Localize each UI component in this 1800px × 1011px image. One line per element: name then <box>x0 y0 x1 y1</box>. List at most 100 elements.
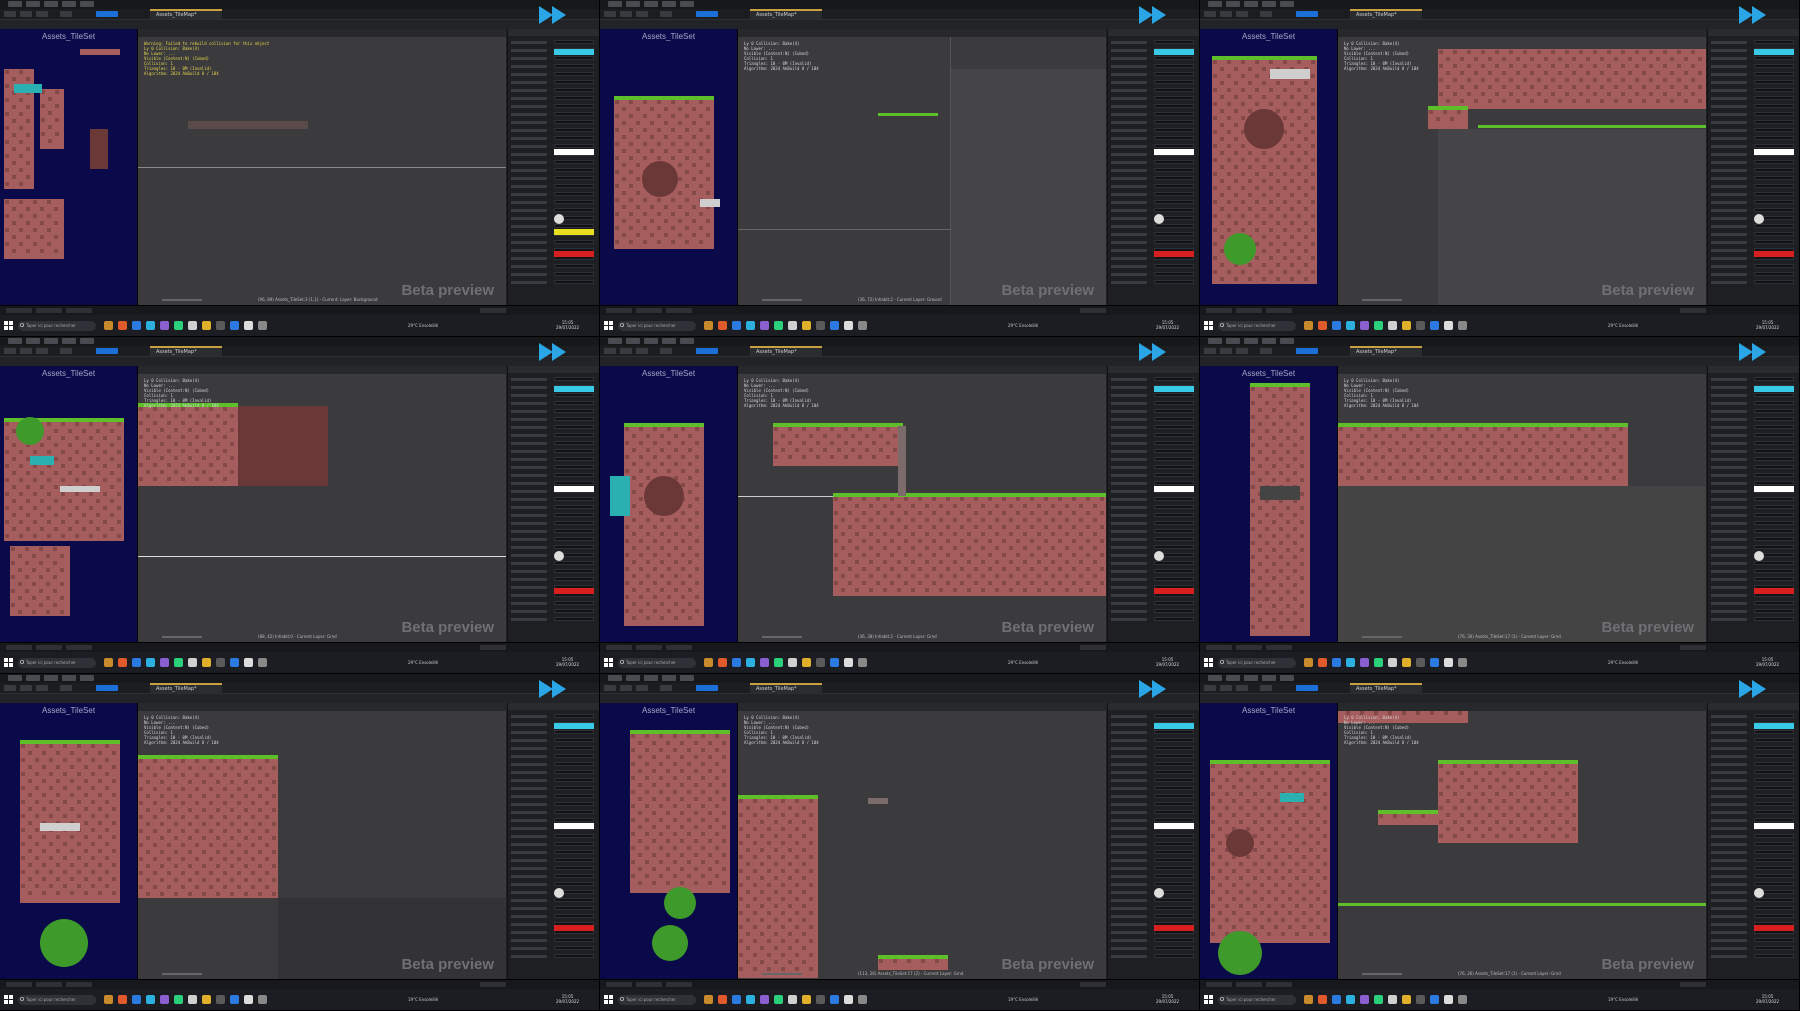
property-field[interactable] <box>1754 601 1794 605</box>
tab-tilemap[interactable]: Assets_TileMap* <box>150 346 222 356</box>
taskbar-app-icon[interactable] <box>802 321 811 330</box>
menu-item[interactable] <box>662 1 676 7</box>
windows-start-icon[interactable] <box>604 658 613 667</box>
collision-color-swatch[interactable] <box>1154 925 1194 931</box>
property-field[interactable] <box>1154 433 1194 437</box>
horizontal-scrollbar[interactable] <box>162 973 202 975</box>
layer-color-swatch[interactable] <box>1154 723 1194 729</box>
property-field[interactable] <box>1154 545 1194 549</box>
menu-item[interactable] <box>1208 1 1222 7</box>
property-field[interactable] <box>1154 88 1194 92</box>
taskbar-app-icon[interactable] <box>1388 658 1397 667</box>
property-field[interactable] <box>554 104 594 108</box>
property-field[interactable] <box>554 465 594 469</box>
property-field[interactable] <box>554 545 594 549</box>
property-field[interactable] <box>554 914 594 918</box>
save-button[interactable] <box>96 11 118 17</box>
taskbar-app-icon[interactable] <box>1304 321 1313 330</box>
menu-item[interactable] <box>1262 1 1276 7</box>
taskbar-app-icon[interactable] <box>230 658 239 667</box>
property-field[interactable] <box>1754 417 1794 421</box>
menu-item[interactable] <box>680 675 694 681</box>
property-field[interactable] <box>1754 144 1794 148</box>
property-field[interactable] <box>1154 529 1194 533</box>
property-field[interactable] <box>1754 88 1794 92</box>
toolbar-button[interactable] <box>620 11 632 17</box>
property-field[interactable] <box>1154 770 1194 774</box>
tile-color-swatch[interactable] <box>1154 486 1194 492</box>
property-field[interactable] <box>554 433 594 437</box>
collision-color-swatch[interactable] <box>1754 588 1794 594</box>
property-field[interactable] <box>1154 96 1194 100</box>
tileset-panel[interactable]: Assets_TileSet <box>1200 366 1338 642</box>
tile-color-swatch[interactable] <box>1154 823 1194 829</box>
source-control-button[interactable] <box>480 645 506 650</box>
taskbar-app-icon[interactable] <box>146 321 155 330</box>
toolbar-button[interactable] <box>60 685 72 691</box>
collision-color-swatch[interactable] <box>1754 925 1794 931</box>
property-field[interactable] <box>554 168 594 172</box>
content-drawer-button[interactable] <box>1206 308 1232 313</box>
toolbar-button[interactable] <box>1236 11 1248 17</box>
taskbar-app-icon[interactable] <box>258 995 267 1004</box>
property-field[interactable] <box>554 561 594 565</box>
toolbar-button[interactable] <box>1204 685 1216 691</box>
material-thumbnail[interactable] <box>1154 888 1164 898</box>
tileset-image[interactable] <box>600 29 737 305</box>
property-field[interactable] <box>1754 409 1794 413</box>
property-field[interactable] <box>554 714 594 718</box>
property-field[interactable] <box>1154 866 1194 870</box>
taskbar-app-icon[interactable] <box>1430 658 1439 667</box>
property-field[interactable] <box>1154 842 1194 846</box>
source-control-button[interactable] <box>1080 645 1106 650</box>
property-field[interactable] <box>554 617 594 621</box>
taskbar-clock[interactable]: 15:05 29/07/2022 <box>556 994 579 1004</box>
taskbar-app-icon[interactable] <box>774 658 783 667</box>
menu-item[interactable] <box>608 1 622 7</box>
menu-item[interactable] <box>1226 675 1240 681</box>
property-field[interactable] <box>1754 120 1794 124</box>
property-field[interactable] <box>1754 425 1794 429</box>
horizontal-scrollbar[interactable] <box>162 636 202 638</box>
taskbar-search-input[interactable]: Taper ici pour rechercher <box>618 995 696 1005</box>
layer-color-swatch[interactable] <box>1154 386 1194 392</box>
property-field[interactable] <box>1154 64 1194 68</box>
property-field[interactable] <box>554 425 594 429</box>
weather-widget[interactable]: 29°C Ensoleillé <box>1008 660 1038 665</box>
property-field[interactable] <box>554 513 594 517</box>
cmd-button[interactable] <box>666 982 692 987</box>
property-field[interactable] <box>1154 473 1194 477</box>
menu-item[interactable] <box>1244 675 1258 681</box>
property-field[interactable] <box>1754 160 1794 164</box>
menu-item[interactable] <box>80 675 94 681</box>
taskbar-app-icon[interactable] <box>1318 321 1327 330</box>
property-field[interactable] <box>554 746 594 750</box>
property-field[interactable] <box>1154 946 1194 950</box>
property-field[interactable] <box>1154 417 1194 421</box>
collision-color-swatch[interactable] <box>1154 588 1194 594</box>
property-field[interactable] <box>1754 433 1794 437</box>
tab-tilemap[interactable]: Assets_TileMap* <box>750 683 822 693</box>
toolbar-button[interactable] <box>660 11 672 17</box>
property-field[interactable] <box>554 40 594 44</box>
property-field[interactable] <box>1154 184 1194 188</box>
layer-color-swatch[interactable] <box>554 49 594 55</box>
property-field[interactable] <box>1754 192 1794 196</box>
taskbar-app-icon[interactable] <box>760 658 769 667</box>
toolbar-button[interactable] <box>660 685 672 691</box>
property-field[interactable] <box>554 770 594 774</box>
taskbar-app-icon[interactable] <box>174 658 183 667</box>
taskbar-app-icon[interactable] <box>1402 995 1411 1004</box>
toolbar-button[interactable] <box>604 11 616 17</box>
tab-tilemap[interactable]: Assets_TileMap* <box>1350 9 1422 19</box>
menu-item[interactable] <box>80 1 94 7</box>
property-field[interactable] <box>1754 545 1794 549</box>
menu-item[interactable] <box>644 338 658 344</box>
property-field[interactable] <box>554 794 594 798</box>
taskbar-app-icon[interactable] <box>1332 995 1341 1004</box>
menu-item[interactable] <box>662 675 676 681</box>
menu-item[interactable] <box>62 1 76 7</box>
taskbar-app-icon[interactable] <box>146 995 155 1004</box>
cmd-button[interactable] <box>1266 645 1292 650</box>
property-field[interactable] <box>554 88 594 92</box>
